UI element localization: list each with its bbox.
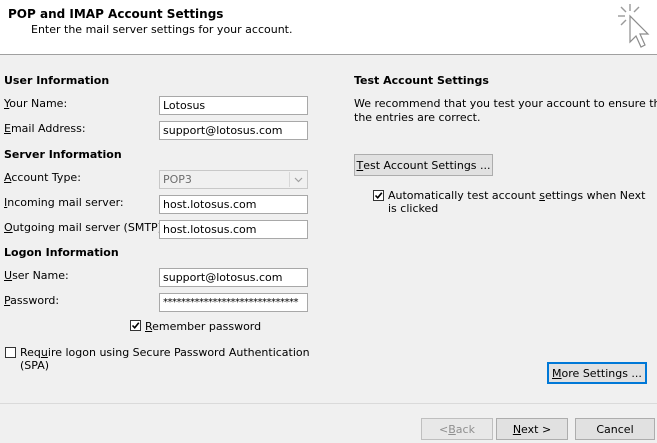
remember-password-checkbox[interactable] bbox=[130, 320, 141, 331]
cancel-button[interactable]: Cancel bbox=[575, 418, 655, 440]
spa-label[interactable]: Require logon using Secure Password Auth… bbox=[20, 346, 310, 372]
test-account-settings-button[interactable]: Test Account Settings ... bbox=[354, 154, 493, 176]
your-name-label: Your Name: bbox=[4, 97, 68, 110]
outgoing-server-field[interactable]: host.lotosus.com bbox=[159, 220, 308, 239]
user-info-heading: User Information bbox=[4, 74, 110, 87]
email-address-field[interactable]: support@lotosus.com bbox=[159, 121, 308, 140]
incoming-server-label: Incoming mail server: bbox=[4, 196, 124, 209]
password-field[interactable]: ****************************** bbox=[159, 293, 308, 312]
auto-test-checkbox[interactable] bbox=[373, 190, 384, 201]
account-type-value: POP3 bbox=[163, 173, 192, 186]
footer-divider bbox=[0, 403, 657, 404]
logon-info-heading: Logon Information bbox=[4, 246, 119, 259]
test-settings-description: We recommend that you test your account … bbox=[354, 97, 657, 124]
checkmark-icon bbox=[374, 192, 383, 200]
checkmark-icon bbox=[131, 322, 140, 330]
dialog-header: POP and IMAP Account Settings Enter the … bbox=[0, 0, 657, 55]
incoming-server-field[interactable]: host.lotosus.com bbox=[159, 195, 308, 214]
account-type-label: Account Type: bbox=[4, 171, 81, 184]
email-address-label: Email Address: bbox=[4, 122, 86, 135]
cursor-click-icon bbox=[615, 2, 653, 53]
dialog-title: POP and IMAP Account Settings bbox=[8, 7, 224, 21]
back-button[interactable]: < Back bbox=[421, 418, 493, 440]
dialog-subtitle: Enter the mail server settings for your … bbox=[31, 23, 293, 36]
account-type-select[interactable]: POP3 bbox=[159, 170, 308, 189]
password-label: Password: bbox=[4, 294, 60, 307]
your-name-field[interactable]: Lotosus bbox=[159, 96, 308, 115]
auto-test-label[interactable]: Automatically test account settings when… bbox=[388, 189, 645, 215]
user-name-field[interactable]: support@lotosus.com bbox=[159, 268, 308, 287]
server-info-heading: Server Information bbox=[4, 148, 122, 161]
more-settings-button[interactable]: More Settings ... bbox=[547, 362, 647, 384]
remember-password-label[interactable]: Remember password bbox=[145, 320, 261, 333]
outgoing-server-label: Outgoing mail server (SMTP): bbox=[4, 221, 166, 234]
next-button[interactable]: Next > bbox=[496, 418, 568, 440]
spa-checkbox[interactable] bbox=[5, 347, 16, 358]
chevron-down-icon bbox=[289, 172, 306, 187]
user-name-label: User Name: bbox=[4, 269, 69, 282]
test-settings-heading: Test Account Settings bbox=[354, 74, 489, 87]
